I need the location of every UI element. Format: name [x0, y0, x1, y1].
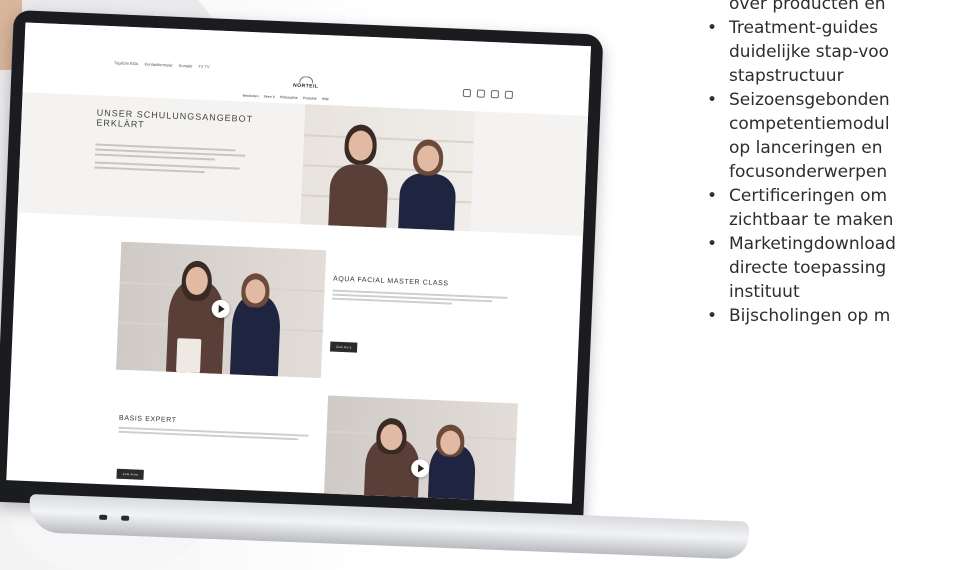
- hero-title: Unser Schulungsangebot erklärt: [96, 107, 254, 130]
- list-text: focusonderwerpen: [729, 162, 888, 182]
- course-button[interactable]: Zum Kurs: [116, 468, 145, 480]
- list-item: Seizoensgebonden competentiemodul op lan…: [703, 88, 967, 184]
- hero-image: [300, 104, 476, 232]
- utility-link[interactable]: Kontakt: [179, 63, 193, 69]
- laptop-screen: Tägliche BOA Kontaktformular Kontakt TV …: [6, 22, 591, 504]
- list-text: stapstructuur: [729, 66, 844, 86]
- list-item: Bijscholingen op m: [703, 304, 967, 328]
- utility-link[interactable]: Tägliche BOA: [114, 60, 139, 66]
- feature-list: over producten en Treatment-guides duide…: [703, 0, 967, 328]
- section-title: Aqua Facial Master Class: [332, 275, 449, 288]
- list-item: Certificeringen om zichtbaar te maken: [703, 184, 967, 232]
- list-item: Treatment-guides duidelijke stap-voo sta…: [703, 16, 967, 88]
- utility-link[interactable]: TV TV: [198, 64, 209, 69]
- list-text: over producten en: [729, 0, 886, 14]
- section-title: Basis Expert: [118, 414, 177, 425]
- shelf: [119, 281, 325, 293]
- menu-item[interactable]: Seen It: [263, 95, 274, 99]
- list-item: Marketingdownload directe toepassing ins…: [703, 232, 967, 304]
- play-icon[interactable]: [410, 459, 430, 478]
- search-icon[interactable]: [476, 89, 486, 98]
- list-text: instituut: [729, 282, 800, 302]
- account-icon[interactable]: [462, 88, 472, 98]
- video-thumbnail[interactable]: [116, 241, 327, 379]
- logo-text: NORTEIL: [292, 82, 319, 90]
- menu-item[interactable]: Hilfe: [322, 97, 329, 101]
- list-text: Marketingdownload: [729, 234, 896, 254]
- cart-icon[interactable]: [504, 90, 514, 99]
- main-menu: Neuheiten Seen It Philosophie Produkte H…: [243, 94, 329, 102]
- shelf: [326, 430, 517, 441]
- list-text: directe toepassing: [729, 258, 887, 278]
- laptop-screen-frame: Tägliche BOA Kontaktformular Kontakt TV …: [0, 10, 604, 527]
- section-text: [118, 426, 309, 443]
- list-text: zichtbaar te maken: [729, 210, 894, 230]
- shelf: [302, 164, 473, 174]
- text-line: [94, 166, 205, 174]
- list-text: competentiemodul: [729, 114, 890, 134]
- play-icon[interactable]: [211, 299, 231, 319]
- list-text: Treatment-guides: [729, 18, 879, 38]
- header-icons: [462, 88, 514, 99]
- list-text: Bijscholingen op m: [729, 306, 891, 326]
- hero-section: Unser Schulungsangebot erklärt: [17, 92, 589, 237]
- wishlist-icon[interactable]: [490, 90, 500, 99]
- course-button[interactable]: Zum Kurs: [329, 341, 358, 353]
- utility-links: Tägliche BOA Kontaktformular Kontakt TV …: [114, 60, 210, 69]
- utility-link[interactable]: Kontaktformular: [144, 62, 172, 68]
- list-text: Certificeringen om: [729, 186, 888, 206]
- video-thumbnail[interactable]: [323, 395, 518, 504]
- menu-item[interactable]: Philosophie: [280, 95, 298, 100]
- person-figure: [328, 163, 389, 228]
- list-text: Seizoensgebonden: [729, 90, 890, 110]
- person-figure: [398, 172, 457, 231]
- section-text: [332, 289, 508, 309]
- list-text: op lanceringen en: [729, 138, 883, 158]
- port-icon: [99, 514, 108, 520]
- site-logo[interactable]: NORTEIL: [293, 76, 319, 90]
- product-box: [175, 338, 202, 374]
- shelf: [303, 134, 474, 144]
- list-text: duidelijke stap-voo: [729, 42, 890, 62]
- menu-item[interactable]: Produkte: [303, 96, 317, 101]
- menu-item[interactable]: Neuheiten: [243, 94, 259, 99]
- port-icon: [121, 515, 130, 521]
